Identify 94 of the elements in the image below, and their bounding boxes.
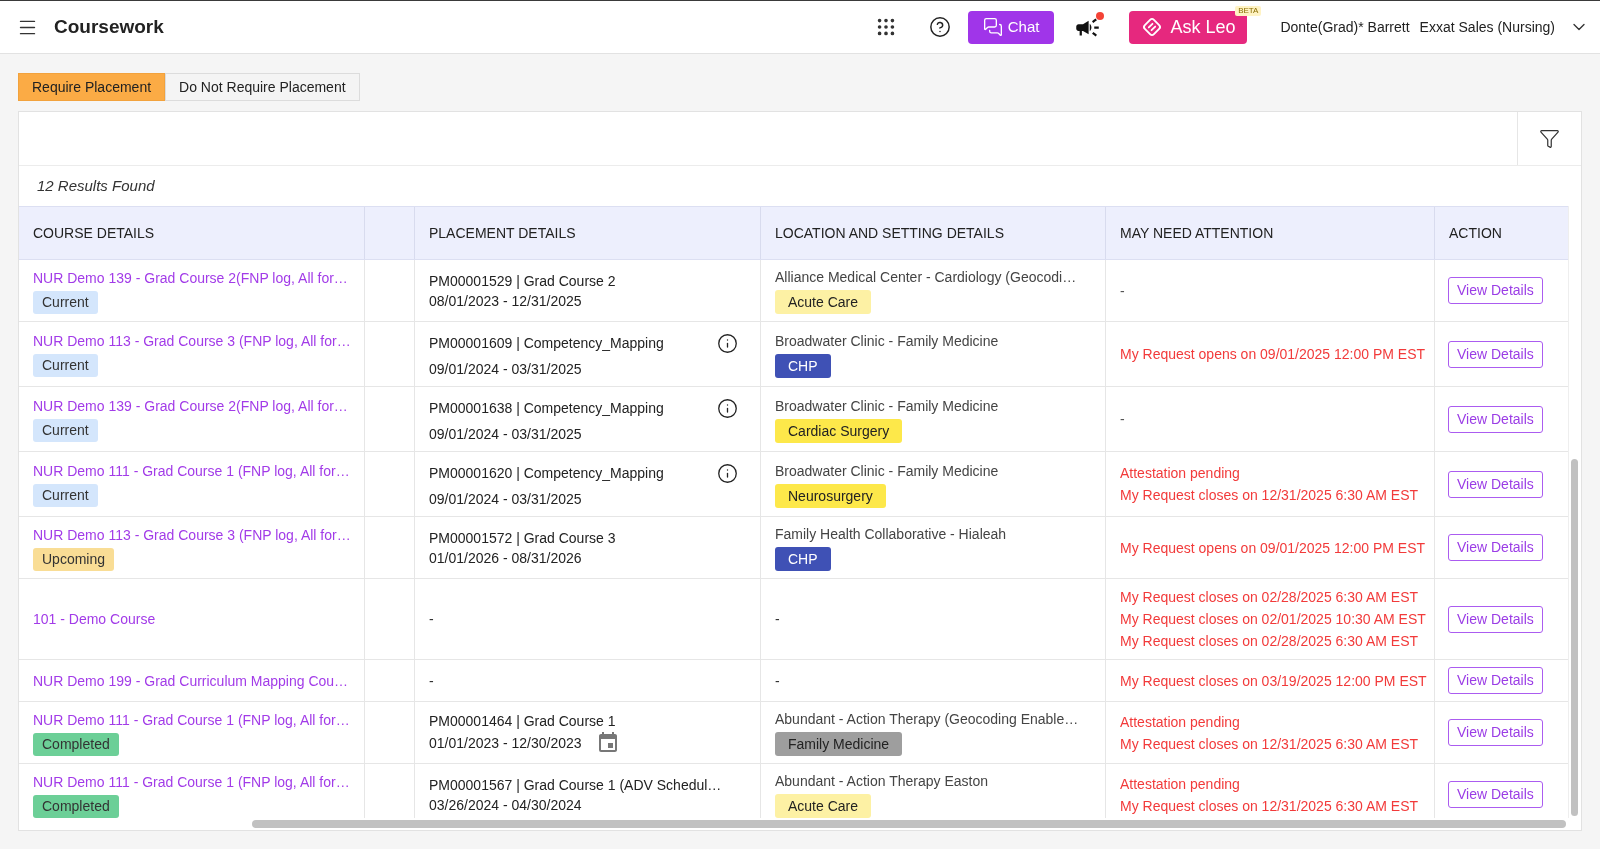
empty-value: - xyxy=(775,610,780,629)
setting-tag: CHP xyxy=(775,353,831,378)
help-icon xyxy=(928,16,951,38)
location-name: Broadwater Clinic - Family Medicine xyxy=(775,396,1000,416)
location-name: Broadwater Clinic - Family Medicine xyxy=(775,331,1000,351)
placement-dates: 03/26/2024 - 04/30/2024 xyxy=(429,795,582,815)
attention-message: My Request closes on 12/31/2025 6:30 AM EST xyxy=(1120,734,1419,754)
column-header: MAY NEED ATTENTION xyxy=(1120,223,1274,243)
placement-dates: 01/01/2023 - 12/30/2023 xyxy=(429,733,582,753)
attention-message: Attestation pending xyxy=(1120,464,1240,483)
location-name: Family Health Collaborative - Hialeah xyxy=(775,525,1008,544)
attention-message: My Request closes on 03/19/2025 12:00 PM EST xyxy=(1120,671,1427,691)
placement-filter-tab[interactable]: Require Placement xyxy=(18,73,166,101)
attention-message: My Request closes on 02/01/2025 10:30 AM EST xyxy=(1120,610,1426,629)
beta-badge: BETA xyxy=(1235,5,1262,16)
placement-dates: 08/01/2023 - 12/31/2025 xyxy=(429,291,582,311)
organization-name: Exxat Sales (Nursing) xyxy=(1419,17,1555,37)
attention-message: My Request closes on 12/31/2025 6:30 AM EST xyxy=(1120,486,1419,505)
column-header: COURSE DETAILS xyxy=(33,223,155,243)
empty-value: - xyxy=(775,671,780,691)
status-badge: Upcoming xyxy=(33,547,115,571)
placement-dates: 09/01/2024 - 03/31/2025 xyxy=(429,490,582,509)
placement-name: PM00001572 | Grad Course 3 xyxy=(429,528,616,548)
placement-dates: 01/01/2026 - 08/31/2026 xyxy=(429,548,582,568)
attention-message: My Request closes on 02/28/2025 6:30 AM EST xyxy=(1120,588,1419,607)
course-link[interactable]: NUR Demo 111 - Grad Course 1 (FNP log, All for… xyxy=(33,771,364,792)
status-badge: Current xyxy=(33,290,98,314)
course-link[interactable]: NUR Demo 111 - Grad Course 1 (FNP log, All for… xyxy=(33,461,364,481)
page-title: Coursework xyxy=(54,14,164,39)
attention-message: My Request closes on 12/31/2025 6:30 AM EST xyxy=(1120,796,1419,816)
status-badge: Completed xyxy=(33,794,119,818)
vertical-scrollbar-thumb[interactable] xyxy=(1571,459,1578,816)
course-link[interactable]: NUR Demo 113 - Grad Course 3 (FNP log, All for… xyxy=(33,331,364,351)
location-name: Abundant - Action Therapy Easton xyxy=(775,772,989,791)
column-header: PLACEMENT DETAILS xyxy=(429,223,576,243)
status-badge: Current xyxy=(33,354,98,377)
empty-value: - xyxy=(1120,410,1125,429)
view-details-button[interactable]: View Details xyxy=(1448,605,1543,633)
setting-tag: Family Medicine xyxy=(775,732,903,756)
column-header: LOCATION AND SETTING DETAILS xyxy=(775,223,1004,243)
info-icon[interactable] xyxy=(717,332,738,354)
placement-name: PM00001529 | Grad Course 2 xyxy=(429,271,616,291)
chat-button[interactable]: Chat xyxy=(967,10,1055,44)
view-details-button[interactable]: View Details xyxy=(1448,470,1543,498)
setting-tag: Neurosurgery xyxy=(775,483,886,508)
attention-message: My Request closes on 02/28/2025 6:30 AM EST xyxy=(1120,632,1419,651)
placement-filter-tab[interactable]: Do Not Require Placement xyxy=(165,73,360,101)
empty-value: - xyxy=(429,610,434,629)
results-count: 12 Results Found xyxy=(37,175,155,196)
view-details-button[interactable]: View Details xyxy=(1448,781,1543,808)
course-link[interactable]: NUR Demo 113 - Grad Course 3 (FNP log, All for… xyxy=(33,524,364,545)
status-badge: Completed xyxy=(33,732,119,756)
view-details-button[interactable]: View Details xyxy=(1448,277,1543,304)
placement-name: PM00001609 | Competency_Mapping xyxy=(429,334,664,353)
view-details-button[interactable]: View Details xyxy=(1448,667,1543,694)
attention-message: My Request opens on 09/01/2025 12:00 PM EST xyxy=(1120,345,1426,364)
user-name: Donte(Grad)* Barrett xyxy=(1280,17,1410,37)
horizontal-scrollbar-thumb[interactable] xyxy=(252,820,1566,828)
location-name: Broadwater Clinic - Family Medicine xyxy=(775,461,1000,481)
setting-tag: Acute Care xyxy=(775,794,872,818)
leo-logo-icon xyxy=(1141,16,1164,38)
view-details-button[interactable]: View Details xyxy=(1448,405,1543,433)
attention-message: My Request opens on 09/01/2025 12:00 PM EST xyxy=(1120,538,1426,558)
empty-value: - xyxy=(1120,281,1125,301)
course-link[interactable]: 101 - Demo Course xyxy=(33,609,364,629)
help-button[interactable] xyxy=(928,16,951,38)
info-icon[interactable] xyxy=(717,397,738,419)
filter-icon xyxy=(1539,128,1560,149)
placement-dates: 09/01/2024 - 03/31/2025 xyxy=(429,360,582,379)
placement-name: PM00001638 | Competency_Mapping xyxy=(429,399,664,418)
info-icon[interactable] xyxy=(717,462,738,484)
view-details-button[interactable]: View Details xyxy=(1448,534,1543,561)
placement-dates: 09/01/2024 - 03/31/2025 xyxy=(429,425,582,444)
view-details-button[interactable]: View Details xyxy=(1448,340,1543,368)
view-details-button[interactable]: View Details xyxy=(1448,719,1543,746)
chat-icon xyxy=(982,17,1003,37)
location-name: Alliance Medical Center - Cardiology (Geocodi… xyxy=(775,268,1078,287)
empty-value: - xyxy=(429,671,434,691)
course-link[interactable]: NUR Demo 139 - Grad Course 2(FNP log, All for… xyxy=(33,396,364,416)
attention-message: Attestation pending xyxy=(1120,774,1240,794)
status-badge: Current xyxy=(33,419,98,442)
course-link[interactable]: NUR Demo 111 - Grad Course 1 (FNP log, All for… xyxy=(33,709,364,730)
status-badge: Current xyxy=(33,484,98,507)
setting-tag: CHP xyxy=(775,547,831,571)
setting-tag: Cardiac Surgery xyxy=(775,418,903,443)
column-header: ACTION xyxy=(1449,223,1502,243)
setting-tag: Acute Care xyxy=(775,290,872,314)
attention-message: Attestation pending xyxy=(1120,712,1240,732)
location-name: Abundant - Action Therapy (Geocoding Enable… xyxy=(775,710,1080,729)
course-link[interactable]: NUR Demo 139 - Grad Course 2(FNP log, All for… xyxy=(33,267,364,288)
course-link[interactable]: NUR Demo 199 - Grad Curriculum Mapping Cou… xyxy=(33,670,364,691)
placement-name: PM00001620 | Competency_Mapping xyxy=(429,464,664,483)
placement-name: PM00001567 | Grad Course 1 (ADV Schedul… xyxy=(429,775,722,795)
placement-name: PM00001464 | Grad Course 1 xyxy=(429,711,616,731)
